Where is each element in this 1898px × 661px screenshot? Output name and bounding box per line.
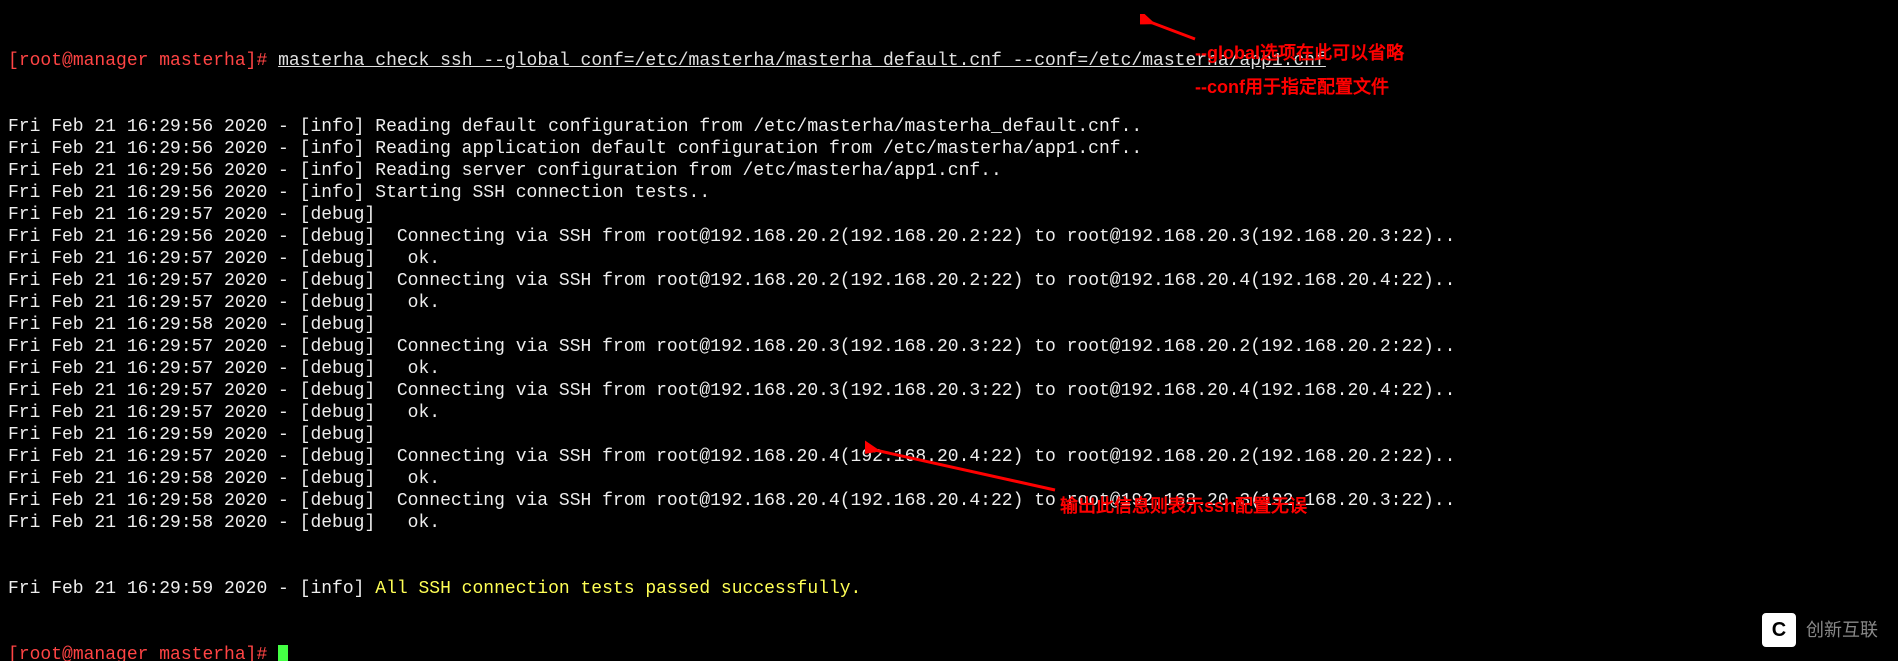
log-timestamp: Fri Feb 21 16:29:57 2020 -	[8, 447, 300, 467]
log-timestamp: Fri Feb 21 16:29:56 2020 -	[8, 161, 300, 181]
log-line: Fri Feb 21 16:29:56 2020 - [info] Starti…	[8, 182, 1890, 204]
log-line: Fri Feb 21 16:29:56 2020 - [info] Readin…	[8, 116, 1890, 138]
log-line: Fri Feb 21 16:29:57 2020 - [debug] Conne…	[8, 270, 1890, 292]
log-line: Fri Feb 21 16:29:57 2020 - [debug] Conne…	[8, 380, 1890, 402]
prompt-cwd: masterha	[159, 51, 245, 71]
ready-prompt-line: [root@manager masterha]#	[8, 644, 1890, 661]
log-line: Fri Feb 21 16:29:56 2020 - [debug] Conne…	[8, 226, 1890, 248]
log-timestamp: Fri Feb 21 16:29:59 2020 -	[8, 579, 300, 599]
log-level: [debug]	[300, 513, 376, 533]
log-level: [debug]	[300, 337, 376, 357]
watermark-text: 创新互联	[1806, 619, 1878, 641]
log-line: Fri Feb 21 16:29:58 2020 - [debug] ok.	[8, 512, 1890, 534]
log-line: Fri Feb 21 16:29:57 2020 - [debug] Conne…	[8, 446, 1890, 468]
log-level: [debug]	[300, 425, 376, 445]
watermark: C 创新互联	[1760, 611, 1878, 649]
log-level: [debug]	[300, 271, 376, 291]
log-level: [debug]	[300, 227, 376, 247]
log-line: Fri Feb 21 16:29:57 2020 - [debug] ok.	[8, 248, 1890, 270]
success-line: Fri Feb 21 16:29:59 2020 - [info] All SS…	[8, 578, 1890, 600]
watermark-logo-icon: C	[1760, 611, 1798, 649]
log-level: [debug]	[300, 249, 376, 269]
annotation-conf: --conf用于指定配置文件	[1195, 76, 1389, 98]
log-line: Fri Feb 21 16:29:59 2020 - [debug]	[8, 424, 1890, 446]
log-timestamp: Fri Feb 21 16:29:57 2020 -	[8, 249, 300, 269]
log-line: Fri Feb 21 16:29:58 2020 - [debug] ok.	[8, 468, 1890, 490]
log-timestamp: Fri Feb 21 16:29:57 2020 -	[8, 293, 300, 313]
log-level: [info]	[300, 579, 365, 599]
log-timestamp: Fri Feb 21 16:29:57 2020 -	[8, 403, 300, 423]
log-timestamp: Fri Feb 21 16:29:58 2020 -	[8, 315, 300, 335]
log-timestamp: Fri Feb 21 16:29:57 2020 -	[8, 359, 300, 379]
log-timestamp: Fri Feb 21 16:29:58 2020 -	[8, 513, 300, 533]
log-message: ok.	[375, 403, 440, 423]
log-message: ok.	[375, 293, 440, 313]
log-timestamp: Fri Feb 21 16:29:57 2020 -	[8, 381, 300, 401]
log-level: [debug]	[300, 359, 376, 379]
prompt-open: [	[8, 51, 19, 71]
log-timestamp: Fri Feb 21 16:29:59 2020 -	[8, 425, 300, 445]
log-line: Fri Feb 21 16:29:58 2020 - [debug] Conne…	[8, 490, 1890, 512]
annotation-global: --global选项在此可以省略	[1195, 42, 1404, 64]
log-line: Fri Feb 21 16:29:58 2020 - [debug]	[8, 314, 1890, 336]
command-line: [root@manager masterha]# masterha_check_…	[8, 50, 1890, 72]
log-timestamp: Fri Feb 21 16:29:57 2020 -	[8, 205, 300, 225]
log-timestamp: Fri Feb 21 16:29:56 2020 -	[8, 139, 300, 159]
log-message	[375, 315, 386, 335]
log-message: ok.	[375, 359, 440, 379]
prompt-user-host: root@manager	[19, 51, 149, 71]
log-level: [info]	[300, 117, 365, 137]
log-level: [debug]	[300, 381, 376, 401]
log-message: Connecting via SSH from root@192.168.20.…	[375, 271, 1455, 291]
log-lines-container: Fri Feb 21 16:29:56 2020 - [info] Readin…	[8, 116, 1890, 534]
log-timestamp: Fri Feb 21 16:29:58 2020 -	[8, 491, 300, 511]
log-message: Connecting via SSH from root@192.168.20.…	[375, 337, 1455, 357]
terminal-output[interactable]: [root@manager masterha]# masterha_check_…	[0, 0, 1898, 661]
log-timestamp: Fri Feb 21 16:29:57 2020 -	[8, 271, 300, 291]
log-level: [info]	[300, 139, 365, 159]
log-timestamp: Fri Feb 21 16:29:56 2020 -	[8, 183, 300, 203]
log-message: Connecting via SSH from root@192.168.20.…	[375, 381, 1455, 401]
log-level: [info]	[300, 183, 365, 203]
log-level: [debug]	[300, 403, 376, 423]
log-line: Fri Feb 21 16:29:57 2020 - [debug] Conne…	[8, 336, 1890, 358]
log-message: ok.	[375, 469, 440, 489]
log-level: [debug]	[300, 205, 376, 225]
log-timestamp: Fri Feb 21 16:29:58 2020 -	[8, 469, 300, 489]
log-message: Connecting via SSH from root@192.168.20.…	[375, 227, 1455, 247]
log-level: [debug]	[300, 447, 376, 467]
prompt-symbol: #	[256, 51, 278, 71]
log-timestamp: Fri Feb 21 16:29:57 2020 -	[8, 337, 300, 357]
prompt-close: ]	[246, 51, 257, 71]
log-message: Starting SSH connection tests..	[364, 183, 710, 203]
log-timestamp: Fri Feb 21 16:29:56 2020 -	[8, 117, 300, 137]
log-line: Fri Feb 21 16:29:57 2020 - [debug] ok.	[8, 358, 1890, 380]
log-message	[375, 425, 386, 445]
log-level: [debug]	[300, 293, 376, 313]
log-message: Reading default configuration from /etc/…	[364, 117, 1142, 137]
log-line: Fri Feb 21 16:29:56 2020 - [info] Readin…	[8, 138, 1890, 160]
log-line: Fri Feb 21 16:29:57 2020 - [debug] ok.	[8, 292, 1890, 314]
log-message	[375, 205, 386, 225]
annotation-success: 输出此信息则表示ssh配置无误	[1060, 495, 1307, 517]
log-line: Fri Feb 21 16:29:56 2020 - [info] Readin…	[8, 160, 1890, 182]
log-message: ok.	[375, 249, 440, 269]
success-message: All SSH connection tests passed successf…	[364, 579, 861, 599]
log-line: Fri Feb 21 16:29:57 2020 - [debug]	[8, 204, 1890, 226]
typed-command: masterha_check_ssh --global_conf=/etc/ma…	[278, 51, 1326, 71]
cursor-icon	[278, 645, 288, 661]
log-level: [debug]	[300, 315, 376, 335]
log-message: ok.	[375, 513, 440, 533]
log-level: [info]	[300, 161, 365, 181]
log-level: [debug]	[300, 491, 376, 511]
log-level: [debug]	[300, 469, 376, 489]
log-message: Reading application default configuratio…	[364, 139, 1142, 159]
log-message: Connecting via SSH from root@192.168.20.…	[375, 447, 1455, 467]
log-message: Reading server configuration from /etc/m…	[364, 161, 1001, 181]
log-line: Fri Feb 21 16:29:57 2020 - [debug] ok.	[8, 402, 1890, 424]
log-timestamp: Fri Feb 21 16:29:56 2020 -	[8, 227, 300, 247]
